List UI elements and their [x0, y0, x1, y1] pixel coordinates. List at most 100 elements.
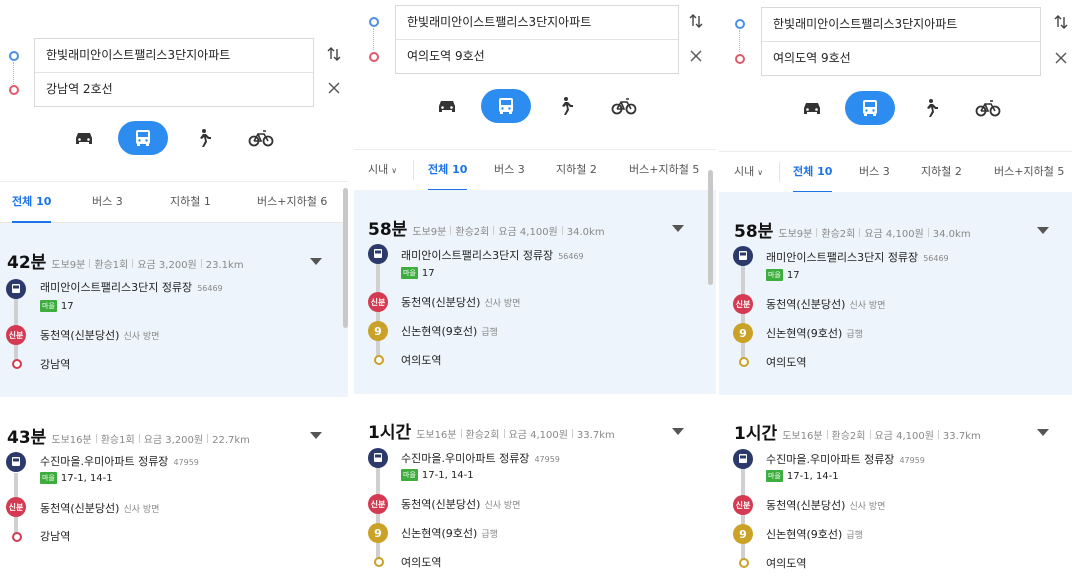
tab-subway[interactable]: 지하철 2	[921, 152, 962, 192]
swap-vertical-icon[interactable]	[688, 13, 704, 29]
walk-mode-button[interactable]	[540, 89, 590, 123]
close-icon[interactable]	[688, 49, 704, 65]
route-duration: 58분	[734, 222, 774, 242]
route-card[interactable]: 43분 도보16분 환승1회 요금 3,200원 22.7km 수진마을.우미아파트 …	[0, 397, 348, 583]
route-card[interactable]: 58분 도보9분 환승2회 요금 4,100원 34.0km 래미안이스트팰리스3단지…	[719, 192, 1072, 395]
transfer-count: 환승2회	[465, 430, 500, 441]
bicycle-mode-button[interactable]	[236, 121, 286, 155]
swap-vertical-icon[interactable]	[1053, 14, 1069, 30]
bicycle-mode-button[interactable]	[599, 89, 649, 123]
route-input-group: 한빛래미안이스트팰리스3단지아파트 여의도역 9호선	[354, 4, 716, 76]
bus-icon	[368, 244, 388, 264]
origin-dot-icon	[735, 19, 745, 29]
destination-marker	[12, 532, 22, 542]
bicycle-mode-button[interactable]	[963, 91, 1013, 125]
bus-stop-name: 래미안이스트팰리스3단지 정류장	[766, 251, 919, 264]
tab-all[interactable]: 전체 10	[428, 150, 468, 191]
bus-mode-button[interactable]	[481, 89, 531, 123]
distance: 34.0km	[932, 229, 971, 240]
expand-caret-icon[interactable]	[310, 258, 322, 265]
expand-caret-icon[interactable]	[310, 432, 322, 439]
route-duration: 58분	[368, 220, 408, 240]
bus-icon	[733, 246, 753, 266]
destination-input[interactable]: 여의도역 9호선	[396, 39, 678, 73]
expand-caret-icon[interactable]	[672, 225, 684, 232]
origin-dot-icon	[369, 17, 379, 27]
scrollbar[interactable]	[708, 170, 713, 285]
origin-input[interactable]: 한빛래미안이스트팰리스3단지아파트	[35, 39, 313, 72]
tab-subway[interactable]: 지하철 2	[556, 150, 597, 190]
destination-marker	[374, 557, 384, 567]
route-card[interactable]: 1시간 도보16분 환승2회 요금 4,100원 33.7km 수진마을.우미아파트 …	[719, 395, 1072, 583]
route-connector	[373, 28, 374, 50]
bus-stop-step: 래미안이스트팰리스3단지 정류장 56469	[766, 249, 949, 265]
car-mode-button[interactable]	[787, 91, 837, 125]
tab-bus-subway[interactable]: 버스+지하철 5	[994, 152, 1064, 192]
route-card[interactable]: 58분 도보9분 환승2회 요금 4,100원 34.0km 래미안이스트팰리스3단지…	[354, 190, 716, 394]
direction-text: 급행	[846, 531, 863, 541]
transfer-station: 동천역(신분당선)	[766, 298, 846, 311]
bus-stop-step: 수진마을.우미아파트 정류장 47959	[401, 450, 560, 466]
tab-subway[interactable]: 지하철 1	[170, 182, 211, 222]
sinbundang-line-badge: 신분	[6, 325, 26, 345]
bus-info: 마을 17-1, 14-1	[40, 471, 113, 484]
route-card[interactable]: 42분 도보9분 환승1회 요금 3,200원 23.1km 래미안이스트팰리스3단지…	[0, 223, 348, 397]
transfer-step: 동천역(신분당선) 신사 방면	[766, 296, 885, 312]
tab-bus-subway[interactable]: 버스+지하철 6	[257, 182, 327, 222]
destination-input[interactable]: 강남역 2호선	[35, 72, 313, 106]
distance: 33.7km	[576, 430, 615, 441]
close-icon[interactable]	[1053, 51, 1069, 67]
walk-mode-button[interactable]	[905, 91, 955, 125]
bus-numbers: 17-1, 14-1	[60, 473, 113, 484]
swap-vertical-icon[interactable]	[326, 46, 342, 62]
expand-caret-icon[interactable]	[1037, 227, 1049, 234]
bus-stop-step: 래미안이스트팰리스3단지 정류장 56469	[401, 247, 584, 263]
transfer-step: 동천역(신분당선) 신사 방면	[40, 500, 159, 516]
walk-mode-button[interactable]	[178, 121, 228, 155]
end-station: 여의도역	[766, 557, 807, 570]
transfer2-step: 신논현역(9호선) 급행	[766, 526, 863, 542]
route-summary: 58분 도보9분 환승2회 요금 4,100원 34.0km	[734, 217, 971, 242]
close-icon[interactable]	[326, 81, 342, 97]
scrollbar[interactable]	[343, 188, 348, 328]
expand-caret-icon[interactable]	[1037, 429, 1049, 436]
transfer-station: 동천역(신분당선)	[40, 329, 120, 342]
bus-stop-id: 47959	[899, 456, 925, 465]
bus-info: 마을 17-1, 14-1	[401, 468, 474, 481]
bus-icon	[133, 128, 153, 148]
region-filter-dropdown[interactable]: 시내 ∨	[734, 152, 763, 192]
tab-bus-subway[interactable]: 버스+지하철 5	[629, 150, 699, 190]
end-step: 여의도역	[401, 352, 441, 368]
bus-type-badge: 마을	[40, 472, 57, 484]
bus-mode-button[interactable]	[118, 121, 168, 155]
fare: 요금 4,100원	[498, 227, 558, 238]
sinbundang-line-badge: 신분	[368, 292, 388, 312]
tab-bus[interactable]: 버스 3	[494, 150, 525, 190]
route-card[interactable]: 1시간 도보16분 환승2회 요금 4,100원 33.7km 수진마을.우미아파트 …	[354, 394, 716, 583]
destination-marker	[12, 359, 22, 369]
tab-bus[interactable]: 버스 3	[92, 182, 123, 222]
end-step: 여의도역	[766, 555, 806, 571]
destination-input[interactable]: 여의도역 9호선	[762, 41, 1040, 75]
origin-input[interactable]: 한빛래미안이스트팰리스3단지아파트	[396, 6, 678, 39]
car-mode-button[interactable]	[59, 121, 109, 155]
expand-caret-icon[interactable]	[672, 428, 684, 435]
walk-time: 도보16분	[416, 430, 457, 441]
car-icon	[436, 97, 458, 115]
bus-mode-button[interactable]	[845, 91, 895, 125]
tab-all[interactable]: 전체 10	[12, 182, 52, 223]
transfer-step: 동천역(신분당선) 신사 방면	[766, 497, 885, 513]
walk-time: 도보16분	[782, 431, 823, 442]
origin-input[interactable]: 한빛래미안이스트팰리스3단지아파트	[762, 8, 1040, 41]
tab-all[interactable]: 전체 10	[793, 152, 833, 193]
end-step: 강남역	[40, 528, 70, 544]
transfer-station: 동천역(신분당선)	[766, 499, 846, 512]
fare: 요금 3,200원	[137, 260, 197, 271]
chevron-down-icon: ∨	[757, 168, 764, 177]
region-filter-dropdown[interactable]: 시내 ∨	[368, 150, 397, 190]
direction-text: 급행	[846, 330, 863, 340]
direction-text: 신사 방면	[484, 299, 521, 309]
car-mode-button[interactable]	[422, 89, 472, 123]
tab-bus[interactable]: 버스 3	[859, 152, 890, 192]
sinbundang-line-badge: 신분	[6, 497, 26, 517]
